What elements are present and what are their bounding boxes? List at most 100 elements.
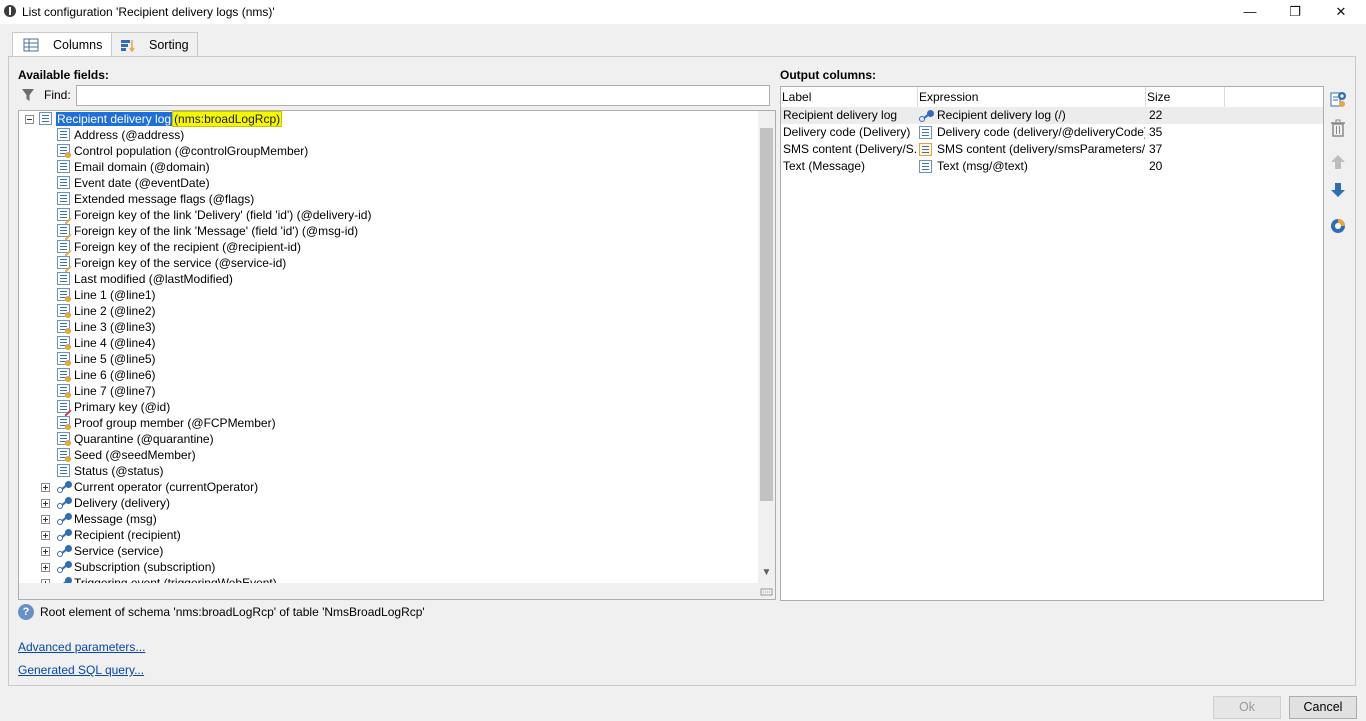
output-expression-cell: Delivery code (delivery/@deliveryCode)	[919, 124, 1145, 141]
window-title: List configuration 'Recipient delivery l…	[22, 5, 275, 19]
output-size-cell: 22	[1149, 108, 1163, 122]
field-icon	[57, 416, 71, 430]
tree-horizontal-scrollbar[interactable]	[19, 583, 758, 599]
link-icon	[57, 496, 73, 510]
tree-field-label: Line 6 (@line6)	[74, 368, 156, 382]
tree-field-label: Control population (@controlGroupMember)	[74, 144, 309, 158]
field-icon	[57, 432, 71, 446]
find-input[interactable]	[76, 85, 770, 106]
tree-field-label: Foreign key of the recipient (@recipient…	[74, 240, 301, 254]
tree-field-label: Event date (@eventDate)	[74, 176, 210, 190]
schema-info: Root element of schema 'nms:broadLogRcp'…	[40, 605, 425, 619]
tree-link-label: Recipient (recipient)	[74, 528, 181, 542]
tree-field-label: Line 1 (@line1)	[74, 288, 156, 302]
restore-button[interactable]: ❐	[1272, 0, 1318, 24]
field-icon	[57, 464, 70, 477]
tree-field-label: Line 7 (@line7)	[74, 384, 156, 398]
field-icon	[57, 352, 71, 366]
generated-sql-link[interactable]: Generated SQL query...	[18, 663, 144, 677]
scroll-down-arrow[interactable]: ▼	[758, 566, 775, 580]
close-button[interactable]: ✕	[1318, 0, 1364, 24]
foreign-key-icon	[57, 256, 70, 269]
add-column-icon[interactable]	[1328, 90, 1348, 110]
field-icon	[57, 160, 70, 173]
tree-field-label: Primary key (@id)	[74, 400, 171, 414]
table-icon	[23, 38, 39, 52]
field-icon	[57, 144, 71, 158]
tab-sorting[interactable]: Sorting	[111, 32, 198, 56]
tree-field-label: Line 2 (@line2)	[74, 304, 156, 318]
collapse-toggle[interactable]	[25, 115, 34, 124]
foreign-key-icon	[57, 224, 70, 237]
output-label-cell: SMS content (Delivery/S...	[783, 142, 917, 156]
header-size[interactable]: Size	[1146, 87, 1225, 107]
expand-toggle[interactable]	[41, 483, 50, 492]
sort-icon	[121, 40, 135, 52]
info-icon: ?	[18, 604, 34, 620]
field-icon	[57, 176, 70, 189]
available-fields-title: Available fields:	[18, 68, 109, 82]
tree-field-label: Line 4 (@line4)	[74, 336, 156, 350]
output-row[interactable]: SMS content (Delivery/S... SMS content (d…	[781, 141, 1323, 158]
expand-toggle[interactable]	[41, 563, 50, 572]
tree-field-label: Foreign key of the service (@service-id)	[74, 256, 287, 270]
tree-field-label: Last modified (@lastModified)	[74, 272, 233, 286]
tab-columns[interactable]: Columns	[12, 32, 112, 57]
field-icon	[919, 126, 932, 139]
ok-button[interactable]: Ok	[1213, 696, 1281, 719]
expand-toggle[interactable]	[41, 499, 50, 508]
output-expression-text: Delivery code (delivery/@deliveryCode)	[937, 125, 1145, 139]
tree-scroll-thumb[interactable]	[760, 128, 773, 501]
output-label-cell: Text (Message)	[783, 159, 866, 173]
foreign-key-icon	[57, 240, 70, 253]
expand-toggle[interactable]	[41, 531, 50, 540]
tree-field-label: Quarantine (@quarantine)	[74, 432, 214, 446]
field-icon	[57, 304, 71, 318]
tree-field-label: Foreign key of the link 'Delivery' (fiel…	[74, 208, 372, 222]
tree-link-label: Current operator (currentOperator)	[74, 480, 259, 494]
available-fields-tree[interactable]: Recipient delivery log (nms:broadLogRcp) …	[18, 110, 776, 600]
root-schema: (nms:broadLogRcp)	[172, 111, 283, 127]
header-label[interactable]: Label	[781, 87, 918, 107]
link-icon	[57, 512, 73, 526]
tree-field-label: Extended message flags (@flags)	[74, 192, 255, 206]
list-icon	[39, 112, 52, 125]
scroll-corner	[758, 583, 775, 599]
link-icon	[57, 560, 73, 574]
output-expression-text: Recipient delivery log (/)	[937, 108, 1066, 122]
minimize-button[interactable]: —	[1227, 0, 1273, 24]
output-size-cell: 35	[1149, 125, 1163, 139]
expand-toggle[interactable]	[41, 547, 50, 556]
foreign-key-icon	[57, 208, 70, 221]
output-size-cell: 37	[1149, 142, 1163, 156]
trash-icon[interactable]	[1328, 118, 1348, 138]
field-icon	[57, 448, 71, 462]
app-icon	[4, 5, 16, 17]
expand-toggle[interactable]	[41, 515, 50, 524]
advanced-parameters-link[interactable]: Advanced parameters...	[18, 640, 145, 654]
tree-link-label: Delivery (delivery)	[74, 496, 171, 510]
output-label-cell: Delivery code (Delivery)	[783, 125, 911, 139]
tree-field-label: Line 3 (@line3)	[74, 320, 156, 334]
find-label: Find:	[44, 88, 71, 102]
primary-key-icon	[57, 400, 70, 413]
move-up-icon[interactable]	[1328, 152, 1348, 172]
output-row[interactable]: Text (Message) Text (msg/@text) 20	[781, 158, 1323, 175]
tree-field-label: Line 5 (@line5)	[74, 352, 156, 366]
tree-field-label: Status (@status)	[74, 464, 164, 478]
output-columns-table[interactable]: Label Expression Size Recipient delivery…	[780, 86, 1324, 601]
field-icon	[57, 192, 70, 205]
move-down-icon[interactable]	[1328, 180, 1348, 200]
cancel-button[interactable]: Cancel	[1289, 696, 1357, 719]
field-icon	[57, 368, 71, 382]
output-expression-cell: SMS content (delivery/smsParameters/s	[919, 141, 1145, 158]
distribution-chart-icon[interactable]	[1328, 216, 1348, 236]
tree-field-label: Seed (@seedMember)	[74, 448, 196, 462]
tree-field-label: Address (@address)	[74, 128, 185, 142]
output-row[interactable]: Recipient delivery log Recipient delivery…	[781, 107, 1323, 124]
output-row[interactable]: Delivery code (Delivery) Delivery code (d…	[781, 124, 1323, 141]
field-icon	[57, 272, 70, 285]
field-icon	[57, 128, 70, 141]
output-expression-text: Text (msg/@text)	[937, 159, 1028, 173]
header-expression[interactable]: Expression	[918, 87, 1146, 107]
